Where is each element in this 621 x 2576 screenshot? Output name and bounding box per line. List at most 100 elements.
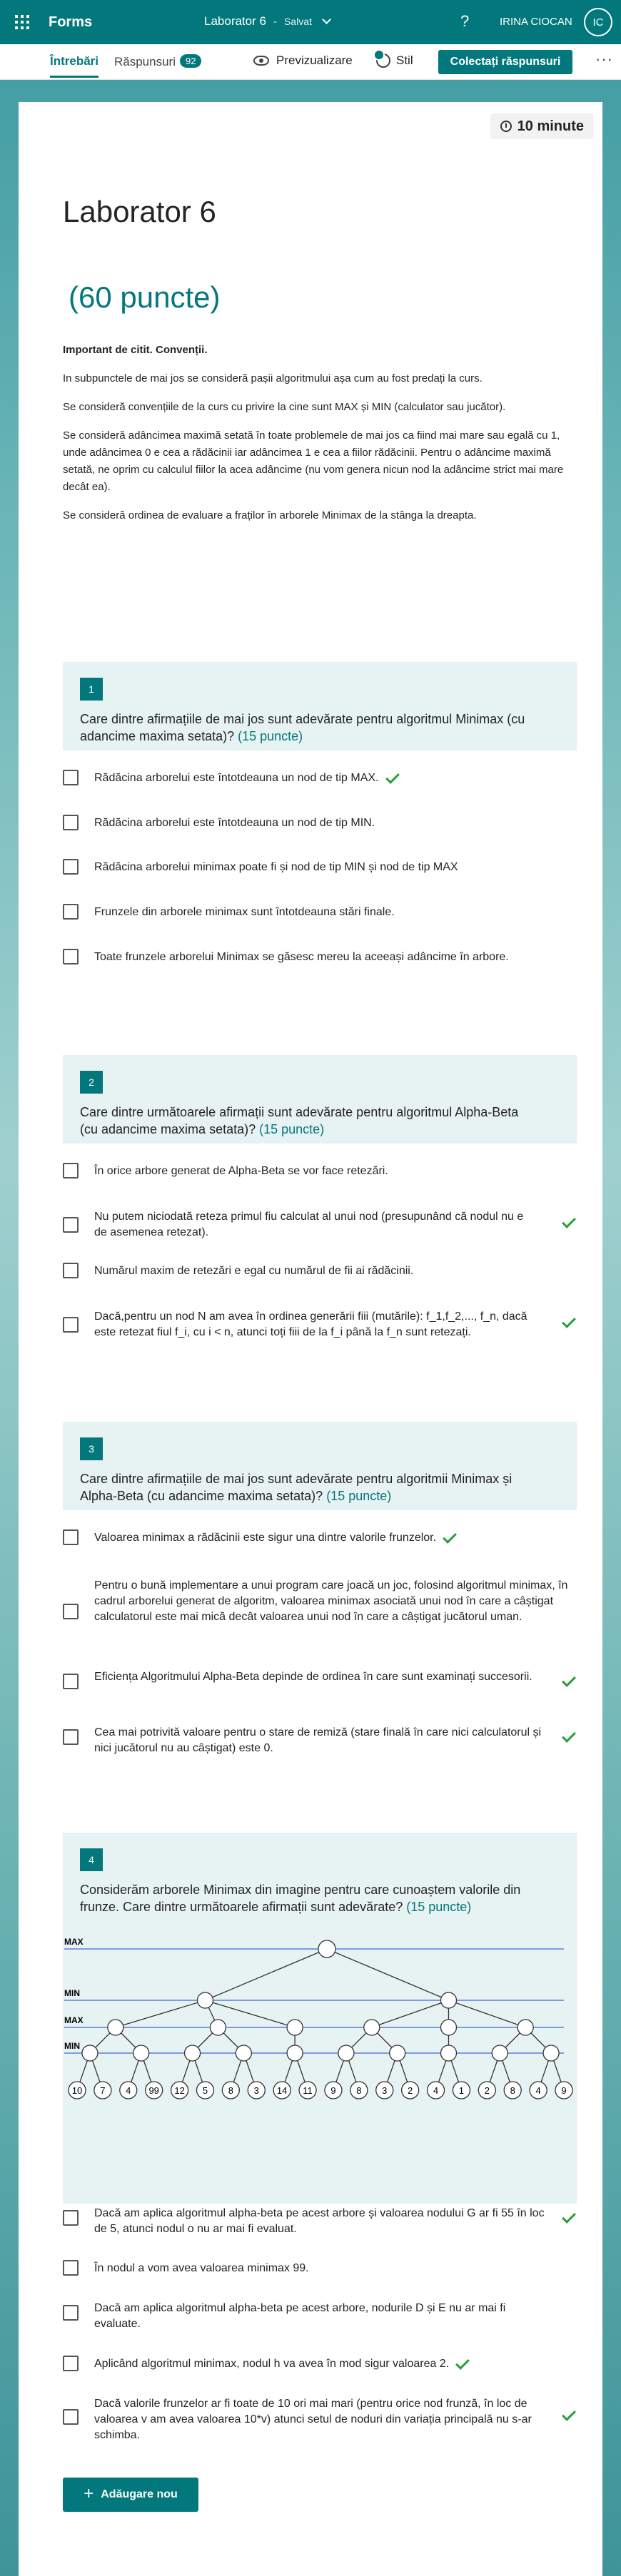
option-checkbox[interactable] (63, 1317, 79, 1333)
question-header[interactable]: 2 Care dintre următoarele afirmații sunt… (63, 1055, 577, 1144)
option-checkbox[interactable] (63, 2260, 79, 2276)
question-title: Care dintre afirmațiile de mai jos sunt … (80, 1472, 513, 1503)
tree-leaf-value: 99 (148, 2085, 158, 2096)
option-checkbox[interactable] (63, 1163, 79, 1178)
tree-min-node (235, 2045, 252, 2062)
correct-answer-check-icon (562, 1729, 576, 1743)
choice-option[interactable]: Aplicând algoritmul minimax, nodul h va … (63, 2356, 577, 2374)
tree-min-node (491, 2045, 508, 2062)
tree-min-node (196, 1992, 214, 2009)
timer-badge[interactable]: 10 minute (490, 113, 594, 139)
option-checkbox[interactable] (63, 949, 79, 964)
question-header[interactable]: 3 Care dintre afirmațiile de mai jos sun… (63, 1422, 577, 1510)
choice-option[interactable]: Rădăcina arborelui minimax poate fi și n… (63, 859, 577, 877)
choice-option[interactable]: Rădăcina arborelui este întotdeauna un n… (63, 770, 577, 788)
choice-option[interactable]: Dacă am aplica algoritmul alpha-beta pe … (63, 2206, 577, 2241)
tree-min-node (542, 2045, 560, 2062)
option-text: Rădăcina arborelui este întotdeauna un n… (94, 817, 375, 829)
tree-leaf-value: 4 (433, 2085, 438, 2096)
option-checkbox[interactable] (63, 1529, 79, 1545)
question-text: Considerăm arborele Minimax din imagine … (80, 1881, 537, 1915)
chevron-down-icon[interactable] (322, 14, 331, 24)
help-icon[interactable]: ? (460, 12, 469, 31)
question-points: (15 puncte) (238, 729, 303, 743)
intro-paragraph: Se consideră adâncimea maximă setată în … (63, 429, 564, 493)
option-checkbox[interactable] (63, 770, 79, 785)
style-button[interactable]: Stil (373, 49, 413, 68)
form-description[interactable]: Important de citit. Convenții. In subpun… (63, 342, 578, 536)
tree-min-node (286, 2045, 303, 2062)
choice-option[interactable]: Valoarea minimax a rădăcinii este sigur … (63, 1529, 577, 1548)
question-number: 3 (80, 1437, 103, 1460)
choice-option[interactable]: Eficiența Algoritmului Alpha-Beta depind… (63, 1669, 577, 1705)
option-checkbox[interactable] (63, 1263, 79, 1278)
add-new-question-button[interactable]: + Adăugare nou (63, 2478, 198, 2512)
form-card: 10 minute Laborator 6 (60 puncte) Import… (19, 102, 602, 2576)
tree-leaf-value: 11 (303, 2085, 313, 2096)
tree-leaf-value: 14 (277, 2085, 287, 2096)
tree-edge (205, 1948, 328, 2001)
document-title[interactable]: Laborator 6 - Salvat (204, 14, 331, 29)
choice-option[interactable]: Rădăcina arborelui este întotdeauna un n… (63, 815, 577, 833)
tree-leaf-value: 3 (382, 2085, 387, 2096)
user-name[interactable]: IRINA CIOCAN (500, 16, 572, 28)
app-launcher-icon[interactable] (0, 0, 44, 44)
question-header[interactable]: 1 Care dintre afirmațiile de mai jos sun… (63, 662, 577, 750)
tree-leaf-value: 2 (485, 2085, 490, 2096)
option-checkbox[interactable] (63, 1217, 79, 1233)
option-checkbox[interactable] (63, 2210, 79, 2226)
tree-min-node (183, 2045, 201, 2062)
option-text: Aplicând algoritmul minimax, nodul h va … (94, 2358, 450, 2370)
tree-leaf-value: 3 (254, 2085, 259, 2096)
choice-option[interactable]: Dacă am aplica algoritmul alpha-beta pe … (63, 2301, 577, 2336)
question-number: 1 (80, 678, 103, 701)
option-checkbox[interactable] (63, 904, 79, 920)
choice-option[interactable]: Frunzele din arborele minimax sunt întot… (63, 904, 577, 922)
option-checkbox[interactable] (63, 859, 79, 875)
tab-responses[interactable]: Răspunsuri 92 (114, 54, 202, 69)
tree-leaf-value: 12 (174, 2085, 184, 2096)
option-text: Cea mai potrivită valoare pentru o stare… (94, 1726, 542, 1754)
tab-responses-label: Răspunsuri (114, 55, 176, 68)
option-checkbox[interactable] (63, 2305, 79, 2321)
tree-leaf-value: 4 (126, 2085, 131, 2096)
option-checkbox[interactable] (63, 1729, 79, 1745)
preview-button[interactable]: Previzualizare (253, 54, 353, 68)
avatar[interactable]: IC (584, 8, 612, 36)
app-name[interactable]: Forms (49, 14, 92, 31)
tree-leaf-value: 8 (356, 2085, 361, 2096)
option-label: Aplicând algoritmul minimax, nodul h va … (94, 2356, 470, 2372)
palette-icon (373, 49, 390, 68)
choice-option[interactable]: Cea mai potrivită valoare pentru o stare… (63, 1725, 577, 1761)
tree-level-label: MAX (64, 2015, 84, 2025)
choice-option[interactable]: Pentru o bună implementare a unui progra… (63, 1578, 577, 1646)
correct-answer-check-icon (385, 770, 400, 784)
tree-leaf-value: 9 (330, 2085, 335, 2096)
option-checkbox[interactable] (63, 2356, 79, 2371)
choice-option[interactable]: Dacă,pentru un nod N am avea în ordinea … (63, 1308, 577, 1343)
collect-responses-button[interactable]: Colectați răspunsuri (438, 50, 572, 74)
question-text: Care dintre afirmațiile de mai jos sunt … (80, 711, 537, 745)
choice-option[interactable]: Dacă valorile frunzelor ar fi toate de 1… (63, 2396, 577, 2448)
choice-option[interactable]: Toate frunzele arborelui Minimax se găse… (63, 949, 577, 967)
document-title-text: Laborator 6 (204, 14, 266, 28)
choice-option[interactable]: În nodul a vom avea valoarea minimax 99. (63, 2260, 577, 2279)
question-number: 4 (80, 1848, 103, 1871)
tab-questions[interactable]: Întrebări (50, 54, 99, 78)
form-title[interactable]: Laborator 6 (63, 195, 216, 229)
choice-option[interactable]: Numărul maxim de retezări e egal cu numă… (63, 1263, 577, 1281)
tree-min-node (133, 2045, 150, 2062)
correct-answer-check-icon (455, 2356, 470, 2370)
choice-option[interactable]: Nu putem niciodată reteza primul fiu cal… (63, 1208, 577, 1243)
form-points: (60 puncte) (69, 280, 221, 314)
option-checkbox[interactable] (63, 2409, 79, 2425)
tree-min-node (338, 2045, 355, 2062)
tree-edge (371, 2000, 449, 2028)
option-checkbox[interactable] (63, 815, 79, 830)
option-checkbox[interactable] (63, 1604, 79, 1619)
clock-icon (500, 121, 512, 132)
tree-leaf-value: 2 (408, 2085, 413, 2096)
choice-option[interactable]: În orice arbore generat de Alpha-Beta se… (63, 1163, 577, 1181)
more-options-icon[interactable]: ··· (595, 50, 613, 68)
option-checkbox[interactable] (63, 1674, 79, 1689)
